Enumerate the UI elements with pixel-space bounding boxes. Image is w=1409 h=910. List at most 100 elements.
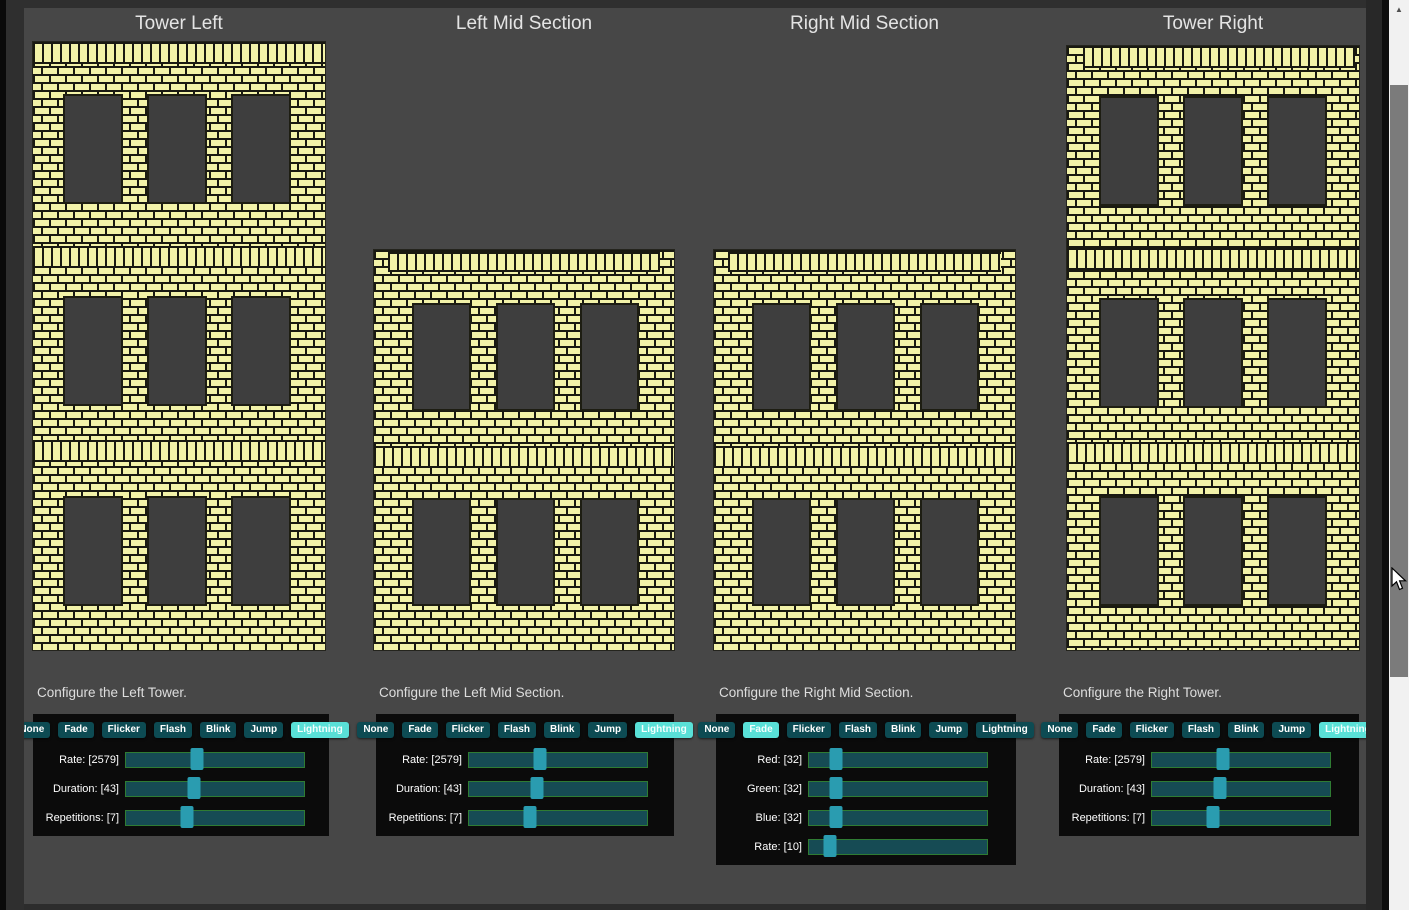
window-frame-edge [24,0,1372,8]
app-window: Tower Left Left Mid Section Right Mid Se… [0,0,1409,910]
slider-track[interactable] [125,810,305,826]
effect-button-jump[interactable]: Jump [929,722,968,738]
window-opening [65,96,121,202]
effect-button-none[interactable]: None [698,722,735,738]
effects-panel-right-tower: None Fade Flicker Flash Blink Jump Light… [1059,714,1359,836]
slider-track[interactable] [808,810,988,826]
slider-row-repetitions: Repetitions: [7] [33,803,329,832]
slider-track[interactable] [468,810,648,826]
effect-button-flash[interactable]: Flash [498,722,536,738]
effect-button-lightning[interactable]: Lightning [291,722,349,738]
window-opening [922,500,977,604]
slider-thumb[interactable] [824,835,837,857]
effect-button-lightning[interactable]: Lightning [976,722,1034,738]
window-opening [1269,498,1325,604]
window-opening [1269,98,1325,204]
effect-button-none[interactable]: None [357,722,394,738]
window-opening [1185,300,1241,406]
slider-row-duration: Duration: [43] [1059,774,1359,803]
soldier-course-band [1067,248,1359,270]
slider-thumb[interactable] [187,777,200,799]
window-opening [498,500,553,604]
scrollbar-thumb[interactable] [1390,85,1408,677]
effect-button-fade[interactable]: Fade [58,722,93,738]
soldier-course-band [1083,46,1355,68]
effect-button-blink[interactable]: Blink [885,722,921,738]
slider-track[interactable] [125,781,305,797]
effect-button-flash[interactable]: Flash [839,722,877,738]
building-preview-tower-right [1067,46,1359,650]
slider-thumb[interactable] [524,806,537,828]
slider-track[interactable] [808,839,988,855]
slider-row-green: Green: [32] [716,774,1016,803]
slider-track[interactable] [808,752,988,768]
slider-label: Green: [32] [716,783,808,795]
effect-button-flicker[interactable]: Flicker [787,722,831,738]
slider-thumb[interactable] [530,777,543,799]
slider-thumb[interactable] [191,748,204,770]
section-title-tower-right: Tower Right [1067,12,1359,36]
effect-button-jump[interactable]: Jump [588,722,627,738]
effect-button-flicker[interactable]: Flicker [446,722,490,738]
window-opening [838,500,893,604]
effect-button-fade[interactable]: Fade [402,722,437,738]
config-heading-right-mid: Configure the Right Mid Section. [719,684,913,702]
effect-button-jump[interactable]: Jump [244,722,283,738]
window-opening [149,498,205,604]
effect-button-flash[interactable]: Flash [1182,722,1220,738]
slider-track[interactable] [468,781,648,797]
slider-thumb[interactable] [829,777,842,799]
window-opening [149,298,205,404]
window-opening [1101,98,1157,204]
slider-track[interactable] [1151,781,1331,797]
window-opening [754,500,809,604]
effect-button-none[interactable]: None [1041,722,1078,738]
effect-button-fade[interactable]: Fade [1086,722,1121,738]
building-preview-left-mid [374,250,674,650]
slider-row-repetitions: Repetitions: [7] [1059,803,1359,832]
effect-button-flicker[interactable]: Flicker [1130,722,1174,738]
slider-row-repetitions: Repetitions: [7] [376,803,674,832]
slider-label: Duration: [43] [376,783,468,795]
slider-label: Repetitions: [7] [33,812,125,824]
window-frame-edge [1366,0,1382,910]
config-heading-left-mid: Configure the Left Mid Section. [379,684,564,702]
slider-row-rate: Rate: [2579] [376,745,674,774]
slider-thumb[interactable] [181,806,194,828]
effects-panel-right-mid: None Fade Flicker Flash Blink Jump Light… [716,714,1016,865]
effect-button-blink[interactable]: Blink [544,722,580,738]
effect-button-jump[interactable]: Jump [1272,722,1311,738]
slider-label: Duration: [43] [33,783,125,795]
slider-label: Rate: [2579] [376,754,468,766]
effect-button-blink[interactable]: Blink [1228,722,1264,738]
effect-button-row: None Fade Flicker Flash Blink Jump Light… [37,722,325,738]
effect-button-flash[interactable]: Flash [154,722,192,738]
effect-button-fade[interactable]: Fade [743,722,778,738]
effect-button-blink[interactable]: Blink [200,722,236,738]
config-heading-left-tower: Configure the Left Tower. [37,684,187,702]
effect-button-row: None Fade Flicker Flash Blink Jump Light… [720,722,1012,738]
slider-track[interactable] [468,752,648,768]
slider-track[interactable] [1151,810,1331,826]
scrollbar-up-button[interactable]: ▲ [1389,0,1409,18]
slider-thumb[interactable] [534,748,547,770]
window-opening [1101,300,1157,406]
slider-thumb[interactable] [829,748,842,770]
slider-label: Rate: [10] [716,841,808,853]
window-opening [233,498,289,604]
soldier-course-band [714,446,1015,468]
window-opening [233,96,289,202]
window-opening [582,305,637,409]
slider-thumb[interactable] [1207,806,1220,828]
effect-button-flicker[interactable]: Flicker [102,722,146,738]
slider-thumb[interactable] [1217,748,1230,770]
slider-thumb[interactable] [829,806,842,828]
slider-track[interactable] [808,781,988,797]
effect-button-lightning[interactable]: Lightning [635,722,693,738]
scrollbar-track[interactable]: ▲ [1389,0,1409,910]
slider-label: Repetitions: [7] [376,812,468,824]
soldier-course-band [374,446,674,468]
slider-thumb[interactable] [1213,777,1226,799]
slider-track[interactable] [1151,752,1331,768]
slider-track[interactable] [125,752,305,768]
